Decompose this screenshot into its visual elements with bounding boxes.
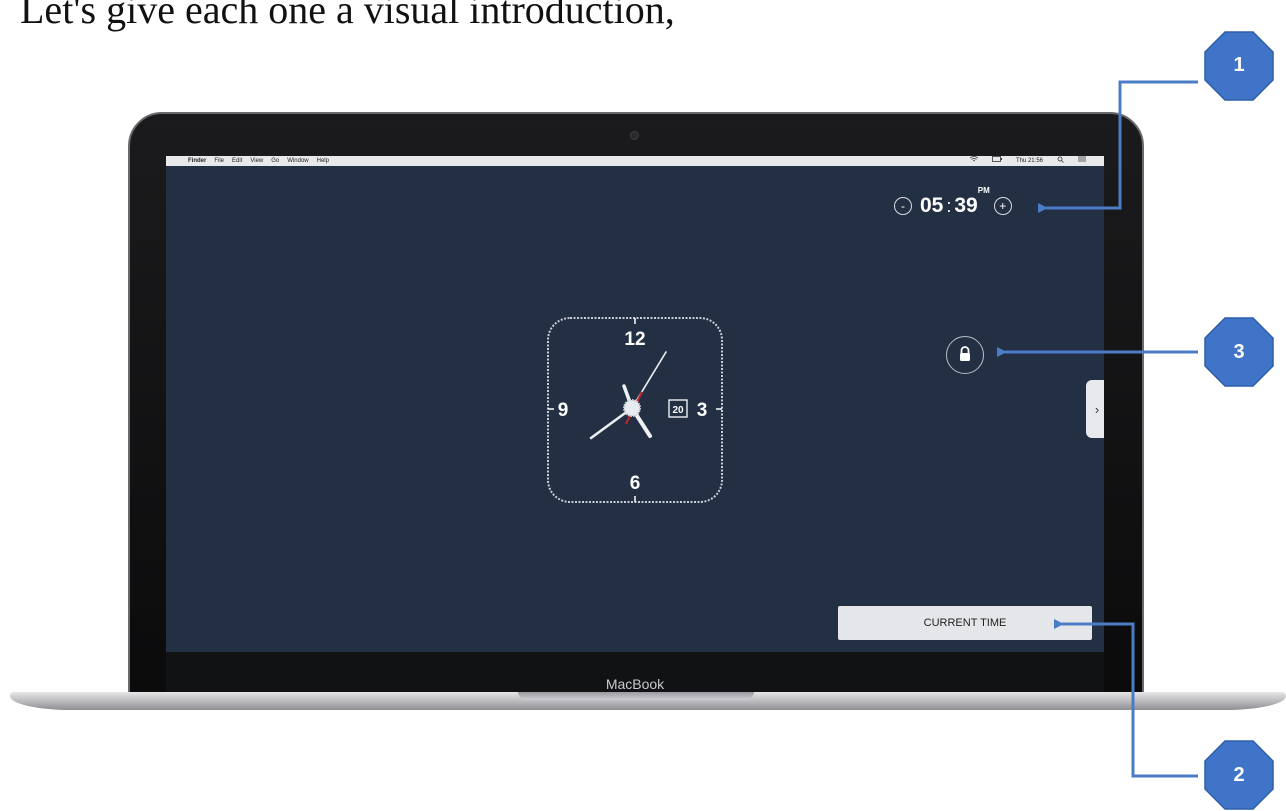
callout-arrows [997,31,1274,810]
callout-3-label: 3 [1233,341,1245,363]
callout-1-arrow [1038,80,1198,213]
callout-2-label: 2 [1233,764,1245,786]
callout-2-arrow [1054,619,1198,778]
callout-1-label: 1 [1233,54,1245,76]
